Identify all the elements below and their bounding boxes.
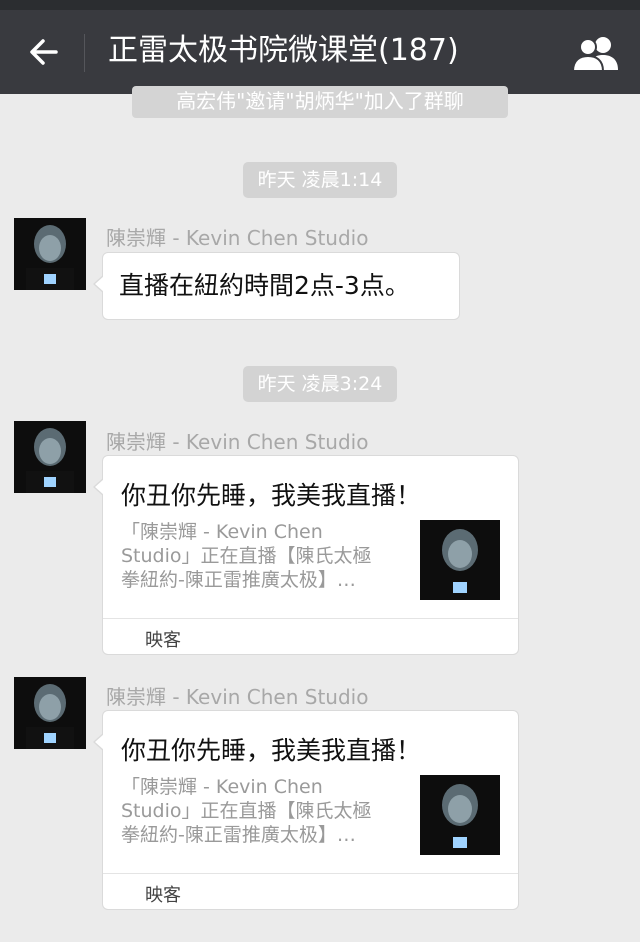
avatar-photo-icon	[14, 677, 86, 749]
group-members-icon[interactable]	[570, 34, 622, 74]
avatar-photo-icon	[14, 218, 86, 290]
sender-name: 陳崇輝 - Kevin Chen Studio	[106, 685, 369, 709]
link-card[interactable]: 你丑你先睡，我美我直播！ 「陳崇輝 - Kevin Chen Studio」正在…	[93, 710, 519, 910]
card-title: 你丑你先睡，我美我直播！	[121, 736, 422, 765]
card-description: 「陳崇輝 - Kevin Chen Studio」正在直播【陳氏太極 拳紐約-陳…	[121, 520, 411, 592]
card-desc-line: 「陳崇輝 - Kevin Chen	[121, 776, 323, 798]
card-desc-line: 「陳崇輝 - Kevin Chen	[121, 521, 323, 543]
sender-name: 陳崇輝 - Kevin Chen Studio	[106, 226, 369, 250]
card-desc-line: Studio」正在直播【陳氏太極	[121, 545, 372, 567]
chat-title: 正雷太极书院微课堂(187)	[108, 33, 459, 68]
card-source: 映客	[145, 885, 181, 906]
card-divider	[103, 618, 518, 619]
card-thumbnail	[420, 520, 500, 600]
chat-header: 正雷太极书院微课堂(187)	[0, 10, 640, 94]
card-source: 映客	[145, 630, 181, 651]
header-divider	[84, 34, 85, 72]
arrow-left-icon[interactable]	[26, 34, 62, 70]
card-desc-line: 拳紐約-陳正雷推廣太极】…	[121, 824, 356, 846]
card-desc-line: 拳紐約-陳正雷推廣太极】…	[121, 569, 356, 591]
avatar[interactable]	[14, 677, 86, 749]
avatar[interactable]	[14, 218, 86, 290]
message-bubble[interactable]: 直播在紐約時間2点-3点。	[93, 252, 460, 320]
thumbnail-photo-icon	[420, 775, 500, 855]
timestamp: 昨天 凌晨1:14	[243, 162, 397, 198]
thumbnail-photo-icon	[420, 520, 500, 600]
card-desc-line: Studio」正在直播【陳氏太極	[121, 800, 372, 822]
system-notice: 高宏伟"邀请"胡炳华"加入了群聊	[132, 86, 508, 118]
card-description: 「陳崇輝 - Kevin Chen Studio」正在直播【陳氏太極 拳紐約-陳…	[121, 775, 411, 847]
link-card[interactable]: 你丑你先睡，我美我直播！ 「陳崇輝 - Kevin Chen Studio」正在…	[93, 455, 519, 655]
message-text: 直播在紐約時間2点-3点。	[119, 271, 410, 300]
card-thumbnail	[420, 775, 500, 855]
status-bar	[0, 0, 640, 10]
card-divider	[103, 873, 518, 874]
avatar-photo-icon	[14, 421, 86, 493]
card-title: 你丑你先睡，我美我直播！	[121, 481, 422, 510]
avatar[interactable]	[14, 421, 86, 493]
timestamp: 昨天 凌晨3:24	[243, 366, 397, 402]
sender-name: 陳崇輝 - Kevin Chen Studio	[106, 430, 369, 454]
